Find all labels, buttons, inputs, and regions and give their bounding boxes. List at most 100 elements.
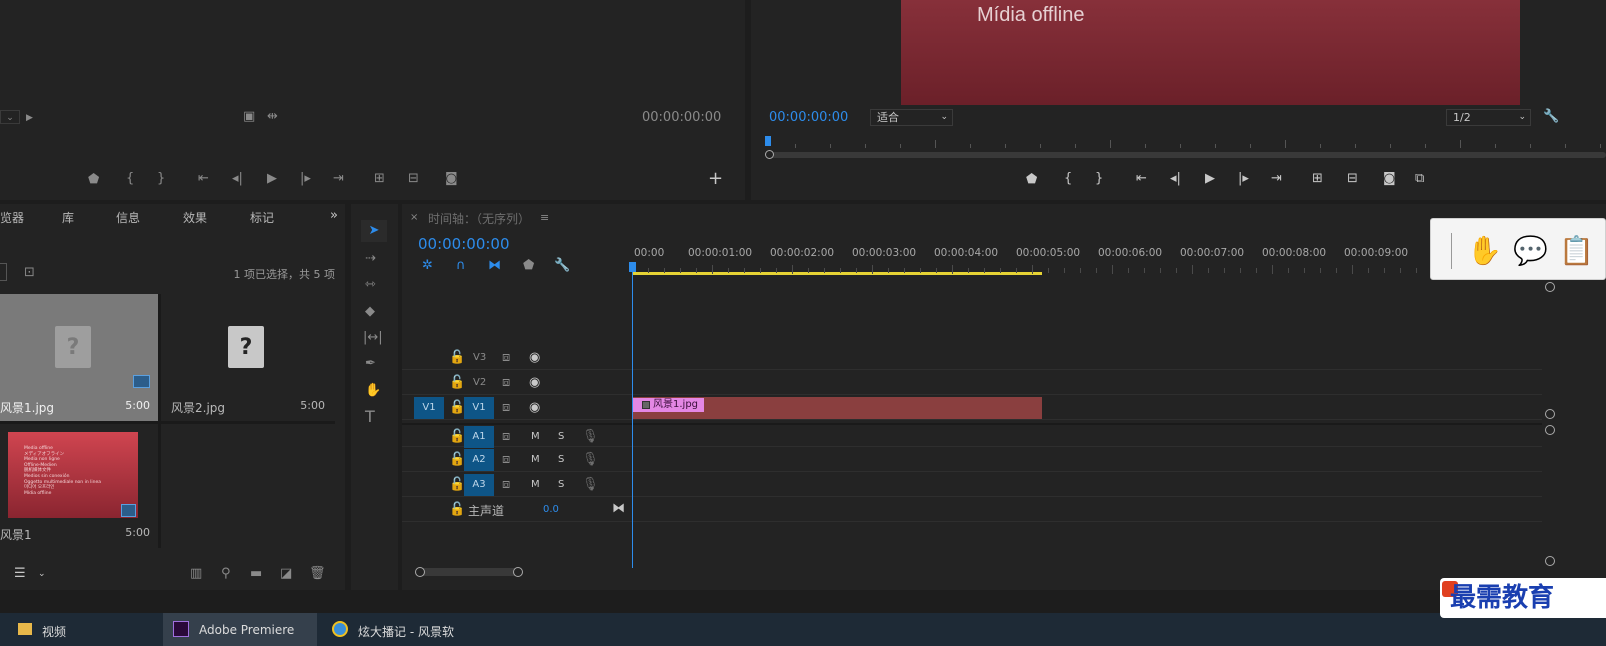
solo-button[interactable]: S: [558, 479, 564, 490]
source-patch-v1[interactable]: V1: [414, 397, 444, 419]
timeline-timecode[interactable]: 00:00:00:00: [418, 235, 510, 253]
work-area-bar[interactable]: [632, 272, 1042, 275]
tab-library[interactable]: 库: [62, 209, 74, 226]
close-icon[interactable]: ×: [410, 211, 418, 225]
panel-menu-icon[interactable]: ≡: [540, 211, 549, 225]
source-timecode[interactable]: 00:00:00:00: [642, 110, 721, 125]
step-forward-icon[interactable]: |▸: [300, 172, 311, 186]
microphone-icon[interactable]: 🎙: [582, 453, 599, 467]
mark-out-icon[interactable]: }: [157, 172, 165, 186]
snap-magnet-icon[interactable]: ∩: [456, 259, 466, 273]
vertical-scrollbar[interactable]: [1545, 282, 1555, 566]
track-target-a3[interactable]: A3: [464, 474, 494, 496]
export-frame-icon[interactable]: ◙: [445, 172, 458, 186]
lock-icon[interactable]: 🔓: [449, 376, 465, 390]
razor-tool-icon[interactable]: ◆: [365, 305, 375, 319]
sync-lock-icon[interactable]: ⧈: [502, 453, 510, 467]
add-marker-icon[interactable]: ⬟: [523, 259, 534, 273]
eye-icon[interactable]: ◉: [529, 376, 540, 390]
go-to-out-icon[interactable]: ⇥: [1271, 172, 1282, 186]
trash-icon[interactable]: 🗑: [309, 567, 326, 581]
tab-media-browser[interactable]: 览器: [0, 209, 24, 226]
project-item[interactable]: ? 风景2.jpg 5:00: [161, 294, 335, 421]
lock-icon[interactable]: 🔓: [449, 503, 465, 517]
search-field[interactable]: [0, 263, 7, 281]
list-view-icon[interactable]: ☰: [14, 567, 26, 581]
zoom-handle-left[interactable]: [415, 567, 425, 577]
export-frame-icon[interactable]: ◙: [1383, 172, 1396, 186]
zoom-handle-right[interactable]: [513, 567, 523, 577]
step-forward-icon[interactable]: |▸: [1238, 172, 1249, 186]
program-timecode[interactable]: 00:00:00:00: [769, 110, 848, 125]
scroll-handle[interactable]: [1545, 409, 1555, 419]
lift-icon[interactable]: ⊞: [1312, 172, 1323, 186]
mute-button[interactable]: M: [531, 479, 540, 490]
add-marker-icon[interactable]: ⬟: [1026, 173, 1037, 187]
track-label[interactable]: V2: [473, 377, 486, 388]
lock-icon[interactable]: 🔓: [449, 478, 465, 492]
scroll-handle[interactable]: [1545, 425, 1555, 435]
track-label[interactable]: V3: [473, 352, 486, 363]
taskbar-item[interactable]: 炫大播记 - 风景软: [322, 613, 492, 646]
type-tool-icon[interactable]: T: [365, 409, 375, 425]
playhead-handle[interactable]: [629, 262, 636, 272]
hand-tool-icon[interactable]: ✋: [365, 384, 381, 398]
drag-audio-icon[interactable]: ⇹: [267, 110, 278, 124]
lock-icon[interactable]: 🔓: [449, 401, 465, 415]
ripple-edit-tool-icon[interactable]: ⇿: [365, 278, 376, 292]
video-clip[interactable]: 风景1.jpg: [633, 397, 1042, 419]
overwrite-icon[interactable]: ⊟: [408, 172, 419, 186]
scroll-handle[interactable]: [1545, 556, 1555, 566]
pen-tool-icon[interactable]: ✒: [365, 357, 376, 371]
taskbar-item[interactable]: 视频: [0, 613, 160, 646]
taskbar-item[interactable]: Adobe Premiere: [163, 613, 317, 646]
linked-selection-icon[interactable]: ⧓: [488, 259, 501, 273]
track-select-tool-icon[interactable]: ⇢: [365, 252, 376, 266]
scrub-handle[interactable]: [765, 150, 774, 159]
dropdown-arrow-icon[interactable]: ⌄: [0, 110, 20, 124]
track-target-a2[interactable]: A2: [464, 449, 494, 471]
tab-effects[interactable]: 效果: [183, 209, 207, 226]
new-search-bin-icon[interactable]: ⊡: [24, 266, 35, 280]
tab-info[interactable]: 信息: [116, 209, 140, 226]
sync-lock-icon[interactable]: ⧈: [502, 478, 510, 492]
track-target-v1[interactable]: V1: [464, 397, 494, 419]
resolution-select[interactable]: 1/2 ⌄: [1446, 109, 1531, 126]
jump-to-end-icon[interactable]: ⧓: [612, 502, 625, 516]
zoom-scrollbar[interactable]: [415, 567, 523, 577]
extract-icon[interactable]: ⊟: [1347, 172, 1358, 186]
mark-in-icon[interactable]: {: [126, 172, 134, 186]
mute-button[interactable]: M: [531, 454, 540, 465]
mark-in-icon[interactable]: {: [1064, 172, 1072, 186]
play-icon[interactable]: ▶: [267, 172, 277, 186]
sync-lock-icon[interactable]: ⧈: [502, 376, 510, 390]
eye-icon[interactable]: ◉: [529, 351, 540, 365]
solo-button[interactable]: S: [558, 431, 564, 442]
comment-icon[interactable]: 💬: [1513, 237, 1548, 265]
step-back-icon[interactable]: ◂|: [1170, 172, 1181, 186]
insert-icon[interactable]: ⊞: [374, 172, 385, 186]
track-target-a1[interactable]: A1: [464, 426, 494, 448]
step-back-icon[interactable]: ◂|: [232, 172, 243, 186]
automate-to-sequence-icon[interactable]: ▥: [190, 567, 202, 581]
hand-icon[interactable]: ✋: [1467, 237, 1502, 265]
add-marker-icon[interactable]: ⬟: [88, 173, 99, 187]
master-volume-value[interactable]: 0.0: [543, 504, 559, 515]
new-item-icon[interactable]: ◪: [280, 567, 292, 581]
timeline-playhead[interactable]: [629, 262, 636, 568]
slip-tool-icon[interactable]: |↔|: [363, 331, 383, 345]
wrench-icon[interactable]: 🔧: [1543, 110, 1559, 124]
zoom-select[interactable]: 适合 ⌄: [870, 109, 953, 126]
lock-icon[interactable]: 🔓: [449, 351, 465, 365]
sort-chevron-icon[interactable]: ⌄: [38, 567, 46, 581]
project-item[interactable]: Media offline メディアオフライン Media non ligne Off…: [0, 424, 158, 548]
find-icon[interactable]: ⚲: [221, 567, 231, 581]
go-to-in-icon[interactable]: ⇤: [198, 172, 209, 186]
microphone-icon[interactable]: 🎙: [582, 478, 599, 492]
scrub-bar[interactable]: [765, 152, 1606, 158]
selection-tool-icon[interactable]: ➤: [361, 220, 387, 242]
eye-icon[interactable]: ◉: [529, 401, 540, 415]
new-bin-icon[interactable]: ▬: [250, 567, 262, 581]
drag-video-icon[interactable]: ▣: [243, 110, 255, 124]
go-to-in-icon[interactable]: ⇤: [1136, 172, 1147, 186]
